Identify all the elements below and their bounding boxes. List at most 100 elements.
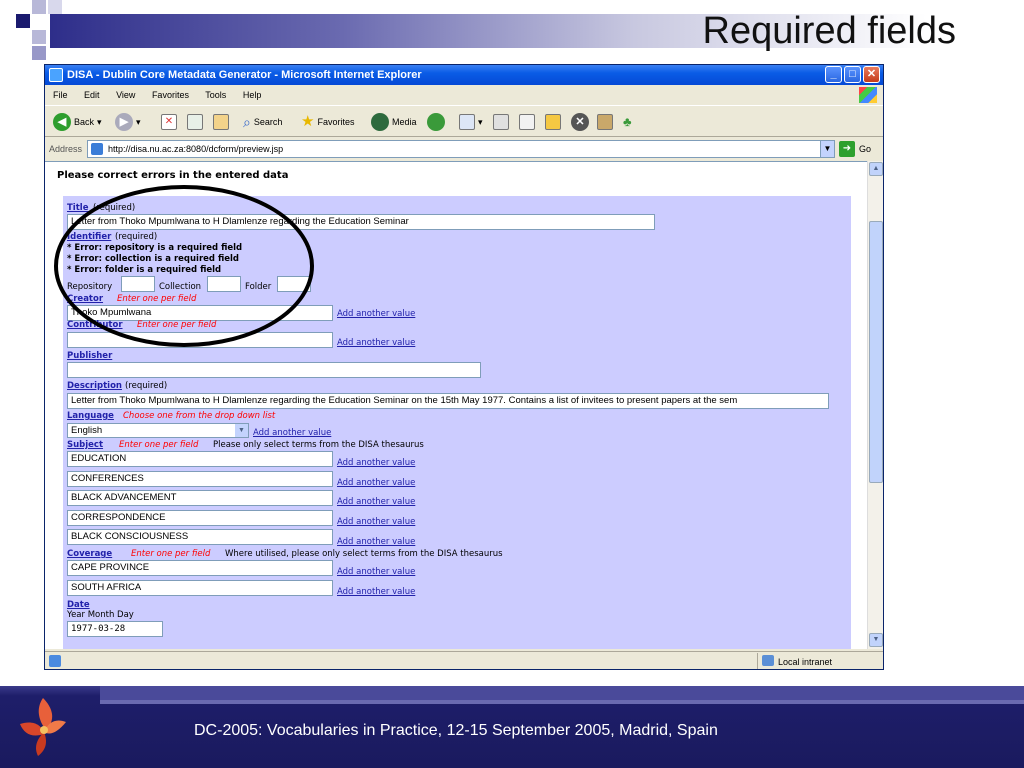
address-label: Address bbox=[49, 144, 83, 154]
identifier-label[interactable]: Identifier bbox=[67, 232, 111, 242]
maximize-button[interactable]: □ bbox=[844, 66, 861, 83]
coverage-input[interactable]: SOUTH AFRICA bbox=[67, 580, 333, 596]
scroll-down-icon[interactable]: ▼ bbox=[869, 633, 883, 647]
folder-label: Folder bbox=[245, 282, 272, 292]
title-required-note: (required) bbox=[93, 203, 136, 213]
address-dropdown-icon[interactable]: ▼ bbox=[820, 141, 834, 157]
page-status-icon bbox=[49, 655, 61, 667]
menu-tools[interactable]: Tools bbox=[205, 90, 226, 100]
add-another-value-link[interactable]: Add another value bbox=[337, 517, 415, 527]
address-input[interactable]: http://disa.nu.ac.za:8080/dcform/preview… bbox=[87, 140, 835, 158]
edit-icon bbox=[519, 114, 535, 130]
add-another-value-link[interactable]: Add another value bbox=[337, 587, 415, 597]
subject-input[interactable]: BLACK CONSCIOUSNESS bbox=[67, 529, 333, 545]
creator-input[interactable]: Thoko Mpumlwana bbox=[67, 305, 333, 321]
forward-button[interactable]: ▶ ▾ bbox=[115, 112, 141, 132]
publisher-label[interactable]: Publisher bbox=[67, 351, 112, 361]
menu-file[interactable]: File bbox=[53, 90, 68, 100]
error-message: * Error: repository is a required field bbox=[67, 243, 243, 253]
media-button[interactable]: Media bbox=[371, 112, 417, 132]
messenger-button[interactable]: ♣ bbox=[623, 112, 632, 132]
refresh-icon bbox=[187, 114, 203, 130]
add-another-value-link[interactable]: Add another value bbox=[337, 338, 415, 348]
slide-title: Required fields bbox=[702, 10, 956, 52]
media-label: Media bbox=[392, 117, 417, 127]
add-another-value-link[interactable]: Add another value bbox=[337, 567, 415, 577]
media-icon bbox=[371, 113, 389, 131]
ie-icon bbox=[49, 68, 63, 82]
creator-hint: Enter one per field bbox=[117, 294, 197, 304]
date-format-label: Year Month Day bbox=[67, 610, 134, 620]
coverage-label[interactable]: Coverage bbox=[67, 549, 112, 559]
menu-help[interactable]: Help bbox=[243, 90, 262, 100]
contributor-input[interactable] bbox=[67, 332, 333, 348]
add-another-value-link[interactable]: Add another value bbox=[337, 478, 415, 488]
go-button[interactable]: Go bbox=[859, 138, 871, 160]
add-another-value-link[interactable]: Add another value bbox=[337, 537, 415, 547]
dropdown-icon: ▾ bbox=[136, 117, 141, 127]
add-another-value-link[interactable]: Add another value bbox=[253, 428, 331, 438]
folder-button[interactable] bbox=[545, 112, 561, 132]
collection-label: Collection bbox=[159, 282, 202, 292]
edit-button[interactable] bbox=[519, 112, 535, 132]
publisher-input[interactable] bbox=[67, 362, 481, 378]
search-button[interactable]: ⌕ Search bbox=[243, 112, 282, 132]
scroll-up-icon[interactable]: ▲ bbox=[869, 162, 883, 176]
menu-bar: File Edit View Favorites Tools Help bbox=[45, 86, 883, 104]
history-icon bbox=[427, 113, 445, 131]
go-arrow-icon[interactable]: ➜ bbox=[839, 141, 855, 157]
window-titlebar[interactable]: DISA - Dublin Core Metadata Generator - … bbox=[45, 65, 883, 85]
language-select[interactable]: English ▼ bbox=[67, 423, 249, 438]
date-input[interactable]: 1977-03-28 bbox=[67, 621, 163, 637]
page-icon bbox=[91, 143, 103, 155]
subject-input[interactable]: CORRESPONDENCE bbox=[67, 510, 333, 526]
repository-input[interactable] bbox=[121, 276, 155, 292]
folder-input[interactable] bbox=[277, 276, 311, 292]
dropdown-icon: ▾ bbox=[478, 117, 483, 127]
back-button[interactable]: ◀ Back ▾ bbox=[53, 112, 102, 132]
subject-note: Please only select terms from the DISA t… bbox=[213, 440, 424, 450]
add-another-value-link[interactable]: Add another value bbox=[337, 309, 415, 319]
title-input[interactable]: Letter from Thoko Mpumlwana to H Dlamlen… bbox=[67, 214, 655, 230]
subject-input[interactable]: EDUCATION bbox=[67, 451, 333, 467]
description-input[interactable]: Letter from Thoko Mpumlwana to H Dlamlen… bbox=[67, 393, 829, 409]
description-label[interactable]: Description bbox=[67, 381, 122, 391]
date-label[interactable]: Date bbox=[67, 600, 90, 610]
subject-label[interactable]: Subject bbox=[67, 440, 103, 450]
block-button[interactable]: ✕ bbox=[571, 112, 589, 132]
window-title: DISA - Dublin Core Metadata Generator - … bbox=[67, 69, 422, 81]
menu-edit[interactable]: Edit bbox=[84, 90, 100, 100]
add-another-value-link[interactable]: Add another value bbox=[337, 458, 415, 468]
collection-input[interactable] bbox=[207, 276, 241, 292]
add-another-value-link[interactable]: Add another value bbox=[337, 497, 415, 507]
close-button[interactable]: ✕ bbox=[863, 66, 880, 83]
research-button[interactable] bbox=[597, 112, 613, 132]
creator-label[interactable]: Creator bbox=[67, 294, 103, 304]
vertical-scrollbar[interactable]: ▲ ▼ bbox=[867, 161, 883, 649]
favorites-button[interactable]: ★ Favorites bbox=[301, 112, 354, 132]
contributor-label[interactable]: Contributor bbox=[67, 320, 123, 330]
print-button[interactable] bbox=[493, 112, 509, 132]
language-label[interactable]: Language bbox=[67, 411, 114, 421]
folder-icon bbox=[545, 114, 561, 130]
mail-button[interactable]: ▾ bbox=[459, 112, 483, 132]
search-label: Search bbox=[253, 117, 283, 127]
history-button[interactable] bbox=[427, 112, 445, 132]
home-button[interactable] bbox=[213, 112, 229, 132]
scrollbar-thumb[interactable] bbox=[869, 221, 883, 483]
menu-favorites[interactable]: Favorites bbox=[152, 90, 189, 100]
error-heading: Please correct errors in the entered dat… bbox=[57, 170, 289, 181]
coverage-input[interactable]: CAPE PROVINCE bbox=[67, 560, 333, 576]
subject-input[interactable]: CONFERENCES bbox=[67, 471, 333, 487]
chevron-down-icon[interactable]: ▼ bbox=[235, 424, 248, 437]
windows-logo-icon bbox=[859, 87, 877, 103]
refresh-button[interactable] bbox=[187, 112, 203, 132]
menu-view[interactable]: View bbox=[116, 90, 135, 100]
language-hint: Choose one from the drop down list bbox=[123, 411, 276, 421]
stop-button[interactable]: ✕ bbox=[161, 112, 177, 132]
subject-input[interactable]: BLACK ADVANCEMENT bbox=[67, 490, 333, 506]
forward-arrow-icon: ▶ bbox=[115, 113, 133, 131]
title-label[interactable]: Title bbox=[67, 203, 88, 213]
minimize-button[interactable]: _ bbox=[825, 66, 842, 83]
contributor-hint: Enter one per field bbox=[137, 320, 217, 330]
